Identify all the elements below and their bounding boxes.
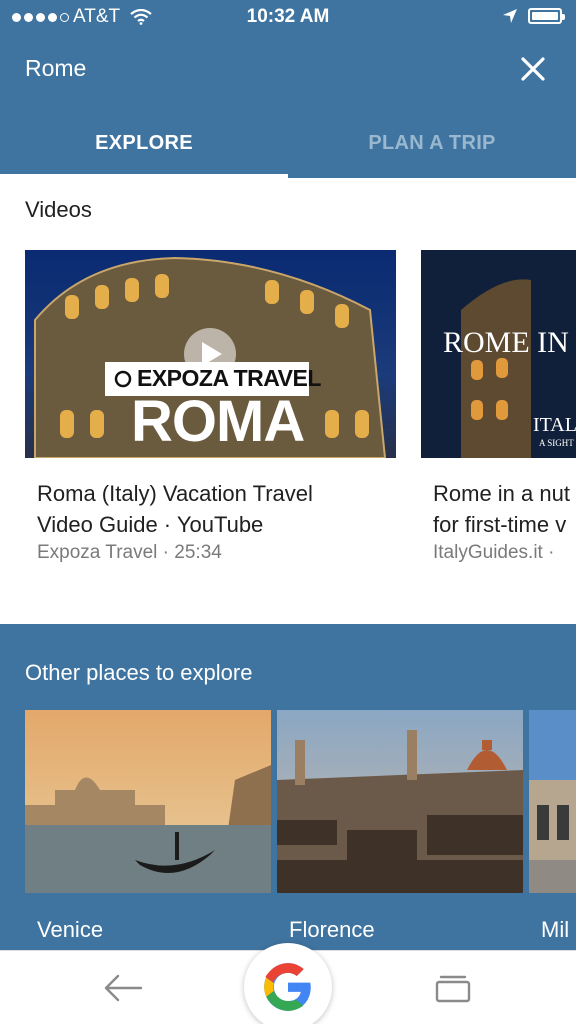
place-card-milan[interactable]: Mil [529,710,576,943]
clock: 10:32 AM [246,6,330,27]
place-card-venice[interactable]: Venice [25,710,271,943]
location-arrow-icon [503,9,517,23]
video-thumbnail[interactable]: EXPOZA TRAVEL ROMA [25,250,396,458]
thumbnail-title: ROMA [131,389,305,454]
thumbnail-brand: EXPOZA TRAVEL [137,365,321,391]
google-home-button[interactable] [244,943,332,1024]
venice-image [25,710,271,893]
videos-heading: Videos [25,197,92,222]
place-name: Florence [289,917,375,942]
thumbnail-title: ROME IN [443,326,569,359]
video-title-line: Rome in a nut [433,481,570,506]
other-places-section: Other places to explore Venice Florence … [0,624,576,950]
video-title-line: for first-time v [433,512,567,537]
video-source: Expoza Travel · 25:34 [37,542,222,563]
tab-plan-a-trip[interactable]: PLAN A TRIP [288,108,576,178]
place-thumbnail[interactable] [277,710,523,893]
close-icon[interactable] [518,54,548,84]
place-card-florence[interactable]: Florence [277,710,523,943]
florence-image [277,710,523,893]
tab-bar: EXPLORE PLAN A TRIP [0,108,576,178]
milan-image [529,710,576,893]
google-g-icon [264,963,311,1011]
videos-section: Videos EXPOZA TRAVEL ROMA Roma (Italy) V… [0,178,576,624]
thumbnail-subtitle: ITAL [533,414,576,436]
video-title: Rome in a nut for first-time v [433,478,576,540]
bottom-nav-bar [0,943,576,1024]
video-title-line: Video Guide · YouTube [37,512,264,537]
video-title-line: Roma (Italy) Vacation Travel [37,481,313,506]
video-source: ItalyGuides.it · [433,542,555,563]
place-thumbnail[interactable] [25,710,271,893]
place-name: Mil [541,917,570,942]
battery-icon [528,8,565,24]
app-bar: Rome EXPLORE PLAN A TRIP [0,34,576,178]
video-card-roma[interactable]: EXPOZA TRAVEL ROMA Roma (Italy) Vacation… [25,250,396,564]
status-bar: AT&T 10:32 AM [0,0,576,34]
thumbnail-caption: A SIGHT [539,438,574,448]
tab-explore[interactable]: EXPLORE [0,108,288,178]
video-thumbnail[interactable]: ROME IN ITAL A SIGHT [421,250,576,458]
page-title: Rome [25,55,87,81]
place-thumbnail[interactable] [529,710,576,893]
video-title: Roma (Italy) Vacation Travel Video Guide… [37,478,396,540]
place-name: Venice [37,917,104,942]
video-card-rome[interactable]: ROME IN ITAL A SIGHT Rome in a nut for f… [421,250,576,564]
tabs-switcher-icon[interactable] [435,973,471,1003]
back-arrow-icon[interactable] [103,973,143,1003]
places-heading: Other places to explore [25,660,253,685]
